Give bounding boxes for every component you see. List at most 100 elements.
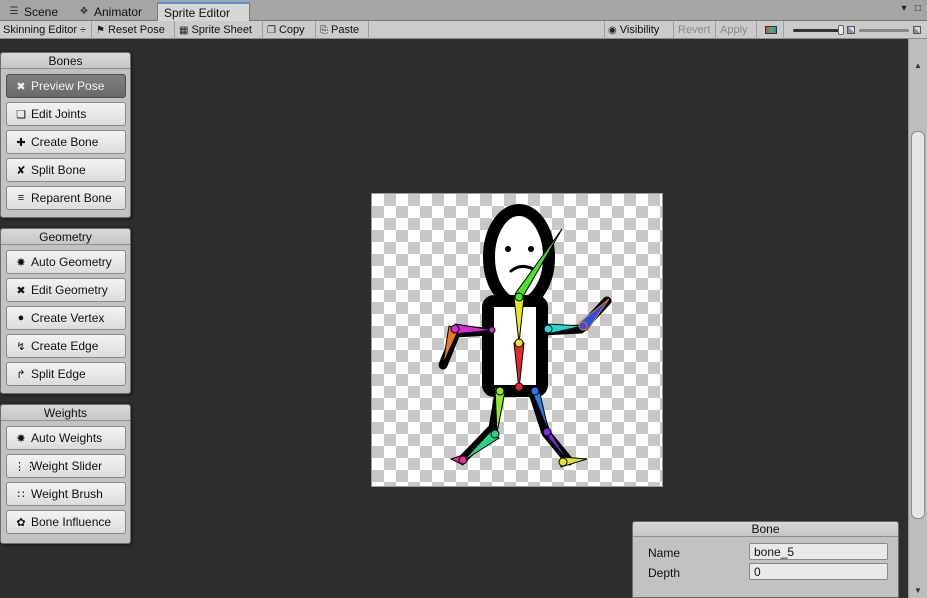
edit-geometry-button[interactable]: ✖ Edit Geometry xyxy=(6,278,126,302)
tab-animator-label: Animator xyxy=(94,4,143,19)
scrollbar-thumb[interactable] xyxy=(911,131,925,519)
split-edge-icon: ↱ xyxy=(16,368,26,381)
revert-label: Revert xyxy=(678,24,711,36)
tab-sprite-editor-label: Sprite Editor xyxy=(164,5,231,20)
bone-influence-icon: ✿ xyxy=(16,516,26,529)
color-channels-icon xyxy=(764,26,777,34)
preview-pose-label: Preview Pose xyxy=(31,79,105,93)
split-bone-label: Split Bone xyxy=(31,163,86,177)
weight-slider-label: Weight Slider xyxy=(31,459,103,473)
auto-weights-button[interactable]: ✸ Auto Weights xyxy=(6,426,126,450)
weight-brush-button[interactable]: ∷ Weight Brush xyxy=(6,482,126,506)
copy-button[interactable]: ❐ Copy xyxy=(264,21,316,39)
create-bone-icon: ✚ xyxy=(16,136,26,149)
edit-geometry-label: Edit Geometry xyxy=(31,283,108,297)
mip-icon xyxy=(913,26,921,34)
sprite-sheet-label: Sprite Sheet xyxy=(191,24,252,36)
bone-name-label: Name xyxy=(648,546,681,560)
create-edge-button[interactable]: ↯ Create Edge xyxy=(6,334,126,358)
split-bone-icon: ✘ xyxy=(16,164,26,177)
create-vertex-icon: ● xyxy=(17,312,25,324)
split-edge-label: Split Edge xyxy=(31,367,86,381)
paste-icon: ⎘ xyxy=(320,24,328,36)
sprite-editor-toolbar: Skinning Editor ÷ ⚑ Reset Pose ▦ Sprite … xyxy=(0,21,927,39)
auto-weights-label: Auto Weights xyxy=(31,431,103,445)
reparent-bone-button[interactable]: ≡ Reparent Bone xyxy=(6,186,126,210)
reset-pose-label: Reset Pose xyxy=(107,24,165,36)
visibility-label: Visibility xyxy=(619,24,660,36)
reset-pose-icon: ⚑ xyxy=(96,24,105,36)
reset-pose-button[interactable]: ⚑ Reset Pose xyxy=(93,21,175,39)
auto-weights-icon: ✸ xyxy=(16,432,26,445)
auto-geometry-icon: ✸ xyxy=(16,256,26,269)
window-close-icon[interactable]: □ xyxy=(912,3,924,15)
animator-icon: ❖ xyxy=(79,6,89,17)
editor-mode-dropdown[interactable]: Skinning Editor ÷ xyxy=(0,21,92,39)
create-vertex-label: Create Vertex xyxy=(31,311,105,325)
sprite-sheet-icon: ▦ xyxy=(179,24,189,36)
bone-inspector-title: Bone xyxy=(633,522,898,537)
copy-label: Copy xyxy=(278,24,305,36)
bones-panel-title: Bones xyxy=(1,53,130,69)
sprite-sheet-button[interactable]: ▦ Sprite Sheet xyxy=(176,21,263,39)
bone-influence-label: Bone Influence xyxy=(31,515,112,529)
window-menu-icon[interactable]: ▾ xyxy=(898,3,910,15)
geometry-panel: Geometry ✸ Auto Geometry ✖ Edit Geometry… xyxy=(0,228,131,394)
paste-label: Paste xyxy=(331,24,360,36)
edit-joints-button[interactable]: ❏ Edit Joints xyxy=(6,102,126,126)
color-toggle-button[interactable] xyxy=(758,21,784,39)
weights-panel-title: Weights xyxy=(1,405,130,421)
scroll-down-icon[interactable]: ▼ xyxy=(912,585,924,597)
weights-panel: Weights ✸ Auto Weights ⋮⋮ Weight Slider … xyxy=(0,404,131,544)
vertical-scrollbar[interactable]: ▲ ▼ xyxy=(908,39,927,598)
create-bone-button[interactable]: ✚ Create Bone xyxy=(6,130,126,154)
bone-inspector-panel: Bone Name Depth xyxy=(632,521,899,598)
edit-joints-label: Edit Joints xyxy=(31,107,87,121)
auto-geometry-label: Auto Geometry xyxy=(31,255,112,269)
weight-slider-icon: ⋮⋮ xyxy=(14,460,36,473)
copy-icon: ❐ xyxy=(267,24,276,36)
edit-joints-icon: ❏ xyxy=(16,108,26,121)
weight-brush-label: Weight Brush xyxy=(31,487,103,501)
alpha-icon xyxy=(847,26,855,34)
apply-label: Apply xyxy=(720,24,748,36)
stick-figure-drawing xyxy=(438,204,612,466)
weight-slider-button[interactable]: ⋮⋮ Weight Slider xyxy=(6,454,126,478)
create-edge-label: Create Edge xyxy=(31,339,99,353)
split-edge-button[interactable]: ↱ Split Edge xyxy=(6,362,126,386)
create-edge-icon: ↯ xyxy=(16,340,26,353)
zoom-slider-thumb[interactable] xyxy=(838,25,844,35)
bone-depth-label: Depth xyxy=(648,566,681,580)
editor-tab-bar: ☰ Scene ❖ Animator Sprite Editor ▾ □ xyxy=(0,0,927,21)
auto-geometry-button[interactable]: ✸ Auto Geometry xyxy=(6,250,126,274)
bone-influence-button[interactable]: ✿ Bone Influence xyxy=(6,510,126,534)
tab-animator[interactable]: ❖ Animator xyxy=(72,2,148,21)
tab-scene[interactable]: ☰ Scene xyxy=(2,2,64,21)
preview-pose-button[interactable]: ✖ Preview Pose xyxy=(6,74,126,98)
revert-button[interactable]: Revert xyxy=(675,21,716,39)
create-vertex-button[interactable]: ● Create Vertex xyxy=(6,306,126,330)
reparent-bone-icon: ≡ xyxy=(17,192,25,204)
visibility-button[interactable]: ◉ Visibility xyxy=(604,21,674,39)
paste-button[interactable]: ⎘ Paste xyxy=(317,21,369,39)
apply-button[interactable]: Apply xyxy=(717,21,757,39)
preview-pose-icon: ✖ xyxy=(16,80,26,93)
scene-icon: ☰ xyxy=(9,6,19,17)
bone-depth-input[interactable] xyxy=(749,563,888,580)
create-bone-label: Create Bone xyxy=(31,135,99,149)
weight-brush-icon: ∷ xyxy=(17,488,25,501)
scroll-up-icon[interactable]: ▲ xyxy=(912,60,924,72)
split-bone-button[interactable]: ✘ Split Bone xyxy=(6,158,126,182)
tab-scene-label: Scene xyxy=(24,4,59,19)
zoom-slider[interactable] xyxy=(793,29,843,32)
character-sprite[interactable] xyxy=(371,193,663,487)
eye-icon: ◉ xyxy=(608,24,617,36)
bone-name-input[interactable] xyxy=(749,543,888,560)
edit-geometry-icon: ✖ xyxy=(16,284,26,297)
alpha-slider[interactable] xyxy=(859,29,909,32)
bones-panel: Bones ✖ Preview Pose ❏ Edit Joints ✚ Cre… xyxy=(0,52,131,218)
geometry-panel-title: Geometry xyxy=(1,229,130,245)
editor-mode-label: Skinning Editor ÷ xyxy=(3,24,87,36)
tab-sprite-editor[interactable]: Sprite Editor xyxy=(157,2,250,21)
reparent-bone-label: Reparent Bone xyxy=(31,191,112,205)
